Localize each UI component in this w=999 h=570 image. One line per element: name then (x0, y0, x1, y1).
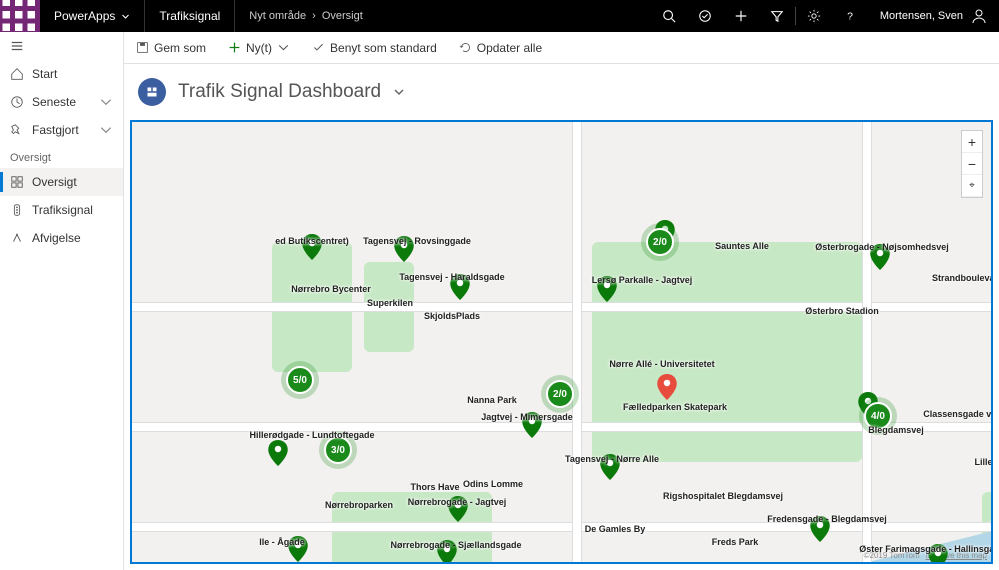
user-menu[interactable]: Mortensen, Sven (868, 8, 999, 24)
sidebar-item-afvigelse[interactable]: Afvigelse (0, 224, 123, 252)
home-icon (10, 67, 24, 81)
map-cluster[interactable]: 3/0 (324, 436, 352, 464)
map-label: Freds Park (712, 537, 759, 547)
map-cluster[interactable]: 2/0 (546, 380, 574, 408)
zoom-out-button[interactable]: − (962, 153, 982, 175)
map-label: Classensgade ved nummer 50 - fodgængerfe… (923, 409, 993, 419)
search-icon[interactable] (651, 0, 687, 32)
help-icon[interactable]: ? (832, 0, 868, 32)
map-label: Nørrebrogade - Sjællandsgade (390, 540, 521, 550)
plus-icon (228, 41, 241, 54)
user-icon (971, 8, 987, 24)
app-name[interactable]: Trafiksignal (144, 0, 234, 32)
save-icon (136, 41, 149, 54)
refresh-icon (459, 41, 472, 54)
map-cluster[interactable]: 5/0 (286, 366, 314, 394)
cmd-default[interactable]: Benyt som standard (308, 39, 441, 57)
deviation-icon (10, 231, 24, 245)
page-title-row: Trafik Signal Dashboard (124, 64, 999, 120)
map-cluster[interactable]: 2/0 (646, 228, 674, 256)
brand-label[interactable]: PowerApps (40, 9, 144, 23)
gear-icon[interactable] (796, 0, 832, 32)
map-label: Strandboulevard - Nordre Frihavnsgade (932, 273, 993, 283)
map-label: Thors Have (410, 482, 459, 492)
breadcrumb: Nyt område › Oversigt (234, 0, 377, 32)
map-label: Odins Lomme (463, 479, 523, 489)
zoom-in-button[interactable]: + (962, 131, 982, 153)
user-name: Mortensen, Sven (880, 10, 963, 22)
map-label: Sauntes Alle (715, 241, 769, 251)
dashboard-icon (10, 175, 24, 189)
map-label: Garnisons Kirkegård (990, 519, 993, 529)
map-label: Jagtvej - Mimersgade (481, 412, 573, 422)
map-label: Blegdamsvej (868, 425, 924, 435)
map-zoom-controls: + − ⌖ (961, 130, 983, 198)
chevron-down-icon (277, 41, 290, 54)
map-label: Fredensgade - Blegdamsvej (767, 514, 887, 524)
chevron-down-icon (99, 95, 113, 109)
map-label: Superkilen (367, 298, 413, 308)
map-pin[interactable] (268, 440, 288, 466)
map-label: Nørrebro Bycenter (291, 284, 371, 294)
map-label: SkjoldsPlads (424, 311, 480, 321)
chevron-down-icon (121, 12, 130, 21)
cmd-new[interactable]: Ny(t) (224, 39, 294, 57)
map-label: Nørrebroparken (325, 500, 393, 510)
hamburger-icon[interactable] (0, 32, 123, 60)
map-pin[interactable] (657, 374, 677, 400)
sidebar-section-head: Oversigt (0, 144, 123, 168)
filter-icon[interactable] (759, 0, 795, 32)
map-label: lle - Ågade (259, 537, 305, 547)
command-bar: Gem som Ny(t) Benyt som standard Opdater… (124, 32, 999, 64)
map-label: Tagensvej - Haraldsgade (399, 272, 504, 282)
check-icon (312, 41, 325, 54)
pin-icon (10, 123, 24, 137)
task-icon[interactable] (687, 0, 723, 32)
signal-icon (10, 203, 24, 217)
map-label: ed Butikscentret) (275, 236, 349, 246)
map-label: Hillerødgade - Lundtoftegade (250, 430, 375, 440)
map-label: Østerbro Stadion (805, 306, 879, 316)
map-label: Tagensvej - Rovsinggade (363, 236, 471, 246)
map-label: Lersø Parkalle - Jagtvej (592, 275, 693, 285)
map-label: Nanna Park (467, 395, 517, 405)
breadcrumb-1[interactable]: Nyt område (249, 10, 306, 22)
sidebar: Start Seneste Fastgjort Oversigt Oversig… (0, 32, 124, 570)
locate-button[interactable]: ⌖ (962, 175, 982, 197)
brand-text: PowerApps (54, 9, 115, 23)
map-label: Øster Farimagsgade - Hallinsgade (859, 544, 993, 554)
top-bar: PowerApps Trafiksignal Nyt område › Over… (0, 0, 999, 32)
chevron-down-icon[interactable] (393, 86, 405, 98)
map-label: Fælledparken Skatepark (623, 402, 727, 412)
svg-text:?: ? (847, 11, 853, 23)
map-canvas[interactable]: + − ⌖ ©2019 TomTom Improve this map 2/02… (130, 120, 993, 564)
map-label: Tagensvej - Nørre Alle (565, 454, 659, 464)
map-label: Lille Triangel (974, 457, 993, 467)
main-area: Gem som Ny(t) Benyt som standard Opdater… (124, 32, 999, 570)
clock-icon (10, 95, 24, 109)
dashboard-avatar-icon (138, 78, 166, 106)
cmd-save-as[interactable]: Gem som (132, 39, 210, 57)
map-label: Nørrebrogade - Jagtvej (408, 497, 507, 507)
sidebar-item-recent[interactable]: Seneste (0, 88, 123, 116)
sidebar-item-pinned[interactable]: Fastgjort (0, 116, 123, 144)
plus-icon[interactable] (723, 0, 759, 32)
waffle-icon[interactable] (0, 0, 40, 32)
map-label: De Gamles By (585, 524, 646, 534)
map-label: Rigshospitalet Blegdamsvej (663, 491, 783, 501)
map-label: Nørre Allé - Universitetet (609, 359, 714, 369)
chevron-down-icon (99, 123, 113, 137)
cmd-refresh[interactable]: Opdater alle (455, 39, 546, 57)
sidebar-item-oversigt[interactable]: Oversigt (0, 168, 123, 196)
sidebar-item-start[interactable]: Start (0, 60, 123, 88)
map-label: Østerbrogade - Nøjsomhedsvej (815, 242, 949, 252)
breadcrumb-2[interactable]: Oversigt (322, 10, 363, 22)
page-title: Trafik Signal Dashboard (178, 81, 381, 103)
sidebar-item-trafiksignal[interactable]: Trafiksignal (0, 196, 123, 224)
